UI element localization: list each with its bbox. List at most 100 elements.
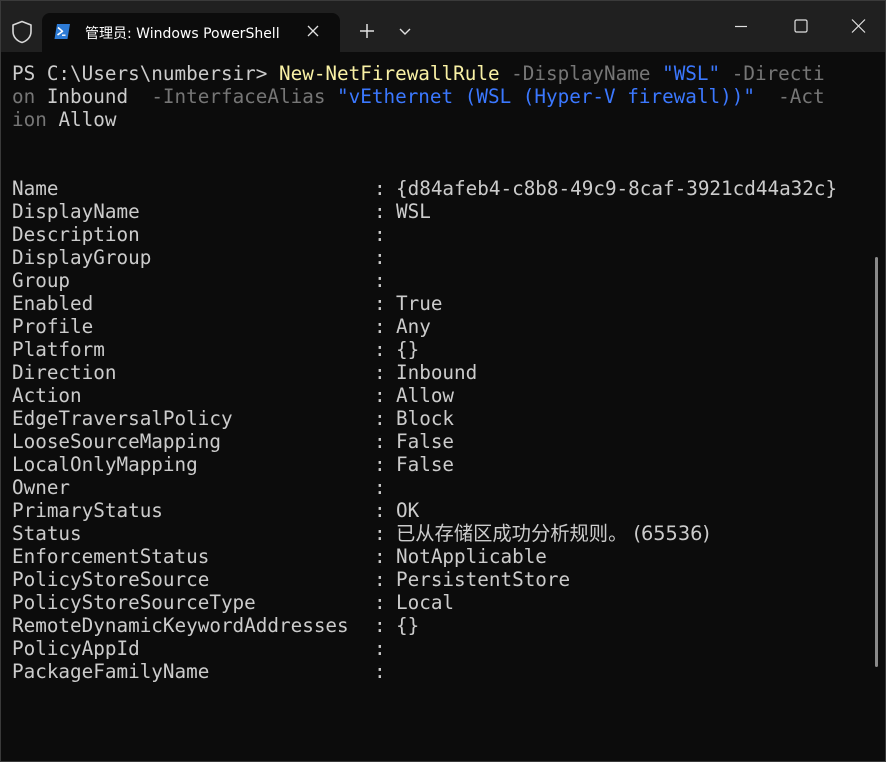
property-separator: : <box>374 407 386 430</box>
property-value: True <box>396 292 443 315</box>
close-icon[interactable] <box>306 24 320 38</box>
property-value: NotApplicable <box>396 545 547 568</box>
property-row: LooseSourceMapping: False <box>12 430 862 453</box>
property-name: Status <box>12 522 82 545</box>
property-value: Block <box>396 407 455 430</box>
property-value: Any <box>396 315 431 338</box>
property-separator: : <box>374 177 386 200</box>
property-name: DisplayName <box>12 200 140 223</box>
property-separator: : <box>374 453 386 476</box>
property-row: Enabled: True <box>12 292 862 315</box>
value-interface: "vEthernet (WSL (Hyper-V firewall))" <box>337 85 755 108</box>
command-line-1: PS C:\Users\numbersir> New-NetFirewallRu… <box>12 62 862 85</box>
property-name: Action <box>12 384 82 407</box>
tab-powershell[interactable]: 管理员: Windows PowerShell <box>42 13 340 52</box>
property-separator: : <box>374 223 386 246</box>
property-value: WSL <box>396 200 431 223</box>
property-row: DisplayGroup: <box>12 246 862 269</box>
property-name: Owner <box>12 476 71 499</box>
property-separator: : <box>374 430 386 453</box>
command-line-3: ion Allow <box>12 108 862 131</box>
property-value: PersistentStore <box>396 568 571 591</box>
property-value: Inbound <box>396 361 478 384</box>
property-name: Profile <box>12 315 94 338</box>
property-name: PolicyStoreSourceType <box>12 591 256 614</box>
param-direction-end: on <box>12 85 36 108</box>
property-row: Profile: Any <box>12 315 862 338</box>
property-name: LooseSourceMapping <box>12 430 221 453</box>
property-separator: : <box>374 591 386 614</box>
close-icon[interactable] <box>839 9 879 45</box>
property-name: PolicyStoreSource <box>12 568 210 591</box>
property-separator: : <box>374 522 386 545</box>
property-separator: : <box>374 384 386 407</box>
property-value: {d84afeb4-c8b8-49c9-8caf-3921cd44a32c} <box>396 177 838 200</box>
property-value: False <box>396 430 455 453</box>
property-separator: : <box>374 568 386 591</box>
property-separator: : <box>374 292 386 315</box>
property-separator: : <box>374 614 386 637</box>
property-row: PrimaryStatus: OK <box>12 499 862 522</box>
property-row: RemoteDynamicKeywordAddresses: {} <box>12 614 862 637</box>
property-separator: : <box>374 476 386 499</box>
property-value: Local <box>396 591 455 614</box>
property-separator: : <box>374 338 386 361</box>
terminal-output[interactable]: PS C:\Users\numbersir> New-NetFirewallRu… <box>12 62 862 683</box>
property-row: Direction: Inbound <box>12 361 862 384</box>
command-line-2: on Inbound -InterfaceAlias "vEthernet (W… <box>12 85 862 108</box>
scrollbar[interactable] <box>875 257 878 667</box>
title-bar: 管理员: Windows PowerShell <box>1 1 885 52</box>
param-direction-start: -Directi <box>731 62 825 85</box>
property-name: LocalOnlyMapping <box>12 453 198 476</box>
property-name: Description <box>12 223 140 246</box>
property-name: PrimaryStatus <box>12 499 163 522</box>
property-separator: : <box>374 269 386 292</box>
param-displayname: -DisplayName <box>511 62 651 85</box>
minimize-icon[interactable] <box>721 9 761 45</box>
value-wsl: "WSL" <box>662 62 721 85</box>
property-row: PolicyStoreSourceType: Local <box>12 591 862 614</box>
property-row: PackageFamilyName: <box>12 660 862 683</box>
param-action-end: ion <box>12 108 47 131</box>
property-name: EdgeTraversalPolicy <box>12 407 233 430</box>
property-value: False <box>396 453 455 476</box>
shield-icon[interactable] <box>11 20 33 44</box>
property-row: EnforcementStatus: NotApplicable <box>12 545 862 568</box>
property-separator: : <box>374 246 386 269</box>
param-interfacealias: -InterfaceAlias <box>151 85 326 108</box>
property-list: Name: {d84afeb4-c8b8-49c9-8caf-3921cd44a3… <box>12 177 862 683</box>
property-name: RemoteDynamicKeywordAddresses <box>12 614 349 637</box>
property-row: PolicyStoreSource: PersistentStore <box>12 568 862 591</box>
property-name: PolicyAppId <box>12 637 140 660</box>
property-row: Group: <box>12 269 862 292</box>
chevron-down-icon[interactable] <box>393 16 417 46</box>
value-inbound: Inbound <box>46 85 129 108</box>
property-separator: : <box>374 499 386 522</box>
param-action-start: -Act <box>778 85 825 108</box>
property-row: Platform: {} <box>12 338 862 361</box>
property-value: {} <box>396 614 420 637</box>
tab-title: 管理员: Windows PowerShell <box>85 26 280 42</box>
property-name: DisplayGroup <box>12 246 152 269</box>
property-name: EnforcementStatus <box>12 545 210 568</box>
plus-icon[interactable] <box>352 16 382 46</box>
property-row: Action: Allow <box>12 384 862 407</box>
property-row: Status: 已从存储区成功分析规则。 (65536) <box>12 522 862 545</box>
maximize-icon[interactable] <box>781 9 821 45</box>
property-value: 已从存储区成功分析规则。 (65536) <box>396 522 710 545</box>
property-row: EdgeTraversalPolicy: Block <box>12 407 862 430</box>
property-value: Allow <box>396 384 455 407</box>
property-separator: : <box>374 361 386 384</box>
cmdlet: New-NetFirewallRule <box>279 62 500 85</box>
property-separator: : <box>374 660 386 683</box>
property-name: Group <box>12 269 71 292</box>
terminal-window: 管理员: Windows PowerShell PS C:\Users\numb… <box>0 0 886 762</box>
property-row: PolicyAppId: <box>12 637 862 660</box>
